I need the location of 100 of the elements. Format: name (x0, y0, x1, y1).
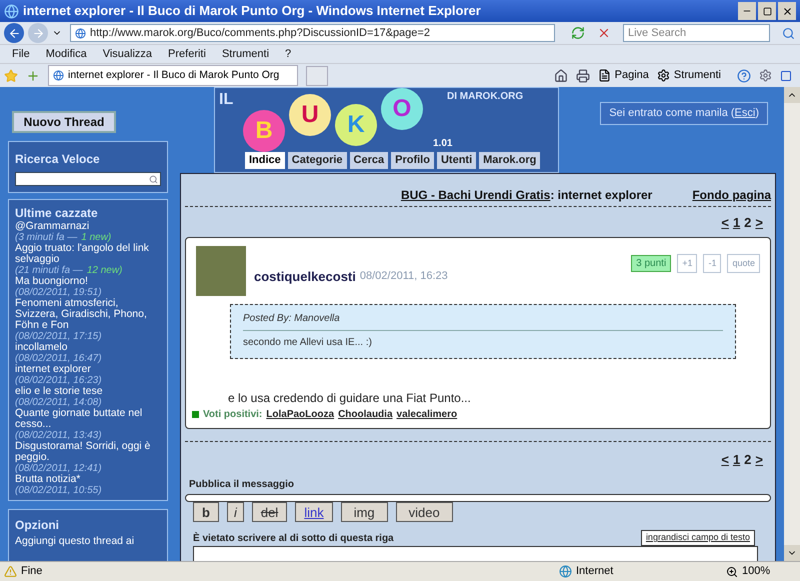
voter-link[interactable]: LolaPaoLooza (266, 406, 334, 422)
tools-menu[interactable]: Strumenti (656, 67, 721, 84)
logo-prefix: IL (219, 90, 234, 110)
logo-version: 1.01 (433, 137, 452, 151)
option-link[interactable]: Aggiungi questo thread ai (15, 534, 161, 550)
warning-icon (4, 565, 17, 578)
thread-meta: (3 minuti fa — (15, 232, 78, 243)
thread-link[interactable]: Disgustorama! Sorridi, oggi è peggio. (15, 441, 161, 463)
enlarge-link[interactable]: ingrandisci campo di testo (640, 530, 755, 546)
close-button[interactable] (778, 2, 796, 20)
menu-item[interactable]: Modifica (46, 46, 87, 62)
format-button[interactable]: b (193, 502, 219, 522)
thread-link[interactable]: Fenomeni atmosferici, Svizzera, Giradischi, Phono, Föhn e Fon (15, 298, 161, 331)
tab-title: internet explorer - Il Buco di Marok Punto Org (68, 68, 280, 83)
thread-link[interactable]: @Grammarnazi (15, 221, 161, 232)
nav-tab[interactable]: Profilo (391, 152, 434, 169)
search-field[interactable]: Live Search (623, 24, 770, 42)
forward-arrow-icon (32, 26, 44, 40)
scroll-down-button[interactable] (784, 545, 800, 561)
thread-meta: (08/02/2011, 10:55) (15, 485, 102, 496)
search-icon[interactable] (782, 26, 795, 40)
panel-title: Ultime cazzate (15, 208, 99, 219)
avatar-placeholder (196, 246, 246, 296)
menu-label: Pagina (614, 68, 649, 84)
nav-tab[interactable]: Indice (245, 152, 285, 169)
zone-label: Internet (576, 564, 614, 580)
points-badge: 3 punti (631, 255, 672, 272)
status-text: Fine (21, 564, 42, 580)
nav-tab[interactable]: Categorie (288, 152, 347, 169)
page-link[interactable]: 1 (732, 450, 740, 469)
new-thread-button[interactable]: Nuovo Thread (12, 111, 116, 133)
logo-suffix: DI MAROK.ORG (447, 90, 524, 104)
page-link[interactable]: 2 (744, 213, 752, 232)
thread-link[interactable]: Quante giornate buttate nel cesso... (15, 408, 161, 430)
quote-author: Posted By: Manovella (243, 310, 723, 330)
page-link[interactable]: 2 (744, 450, 752, 469)
thread-link[interactable]: Aggio truato: l'angolo del link selvaggio (15, 243, 161, 265)
page-link[interactable]: < (721, 213, 729, 232)
thread-meta: (08/02/2011, 16:23) (15, 375, 102, 386)
maximize-icon (762, 6, 772, 16)
login-box: Sei entrato come manila (Esci) (600, 102, 768, 124)
address-field[interactable]: http://www.marok.org/Buco/comments.php?DiscussionID=17&page=2 (70, 24, 555, 42)
thread-link[interactable]: elio e le storie tese (15, 386, 161, 397)
page-link[interactable]: > (755, 450, 763, 469)
bottom-link[interactable]: Fondo pagina (692, 186, 771, 204)
search-icon (149, 174, 158, 184)
menu-item[interactable]: ? (285, 46, 292, 62)
post-date: 08/02/2011, 16:23 (360, 269, 448, 284)
window-title: internet explorer - Il Buco di Marok Punto Org - Windows Internet Explorer (23, 2, 481, 20)
category-link[interactable]: BUG - Bachi Urendi Gratis (400, 188, 550, 202)
thread-link[interactable]: incollamelo (15, 342, 161, 353)
format-button[interactable]: img (340, 502, 388, 522)
voter-link[interactable]: Choolaudia (338, 406, 393, 422)
thread-meta: (08/02/2011, 12:41) (15, 463, 102, 474)
thread-link[interactable]: internet explorer (15, 364, 161, 375)
help-icon[interactable] (737, 68, 751, 82)
nav-tab[interactable]: Cerca (350, 152, 388, 169)
voter-link[interactable]: valecalimero (396, 406, 458, 422)
menu-item[interactable]: Strumenti (222, 46, 270, 62)
warning-label: È vietato scrivere al di sotto di questa riga (193, 531, 394, 546)
close-icon (782, 6, 792, 16)
stop-icon[interactable] (597, 26, 611, 40)
thread-meta: (08/02/2011, 19:51) (15, 287, 102, 298)
thread-meta: (21 minuti fa — (15, 265, 83, 276)
nav-tab[interactable]: Utenti (436, 152, 476, 169)
page-link[interactable]: 1 (732, 213, 740, 232)
back-button[interactable] (4, 23, 24, 43)
menu-label: Strumenti (674, 68, 721, 84)
format-button[interactable]: del (252, 502, 288, 522)
page-menu[interactable]: Pagina (598, 67, 649, 84)
menu-item[interactable]: File (12, 46, 30, 62)
page-link[interactable]: > (755, 213, 763, 232)
zoom-level: 100% (742, 564, 770, 580)
internet-zone-icon (559, 565, 572, 578)
maximize-button[interactable] (758, 2, 776, 20)
zoom-control[interactable]: 100% (726, 563, 796, 580)
format-button[interactable]: link (295, 502, 333, 522)
browser-icon (4, 4, 19, 18)
thread-link[interactable]: Ma buongiorno! (15, 276, 161, 287)
printer-icon[interactable] (576, 68, 590, 82)
vote-indicator (192, 410, 199, 418)
thread-link[interactable]: Brutta notizia* (15, 474, 161, 485)
menu-item[interactable]: Visualizza (102, 46, 152, 62)
logout-link[interactable]: Esci (734, 107, 756, 119)
zoom-icon (726, 566, 738, 578)
menu-item[interactable]: Preferiti (168, 46, 206, 62)
quick-search-field[interactable] (15, 172, 161, 186)
format-button[interactable]: video (396, 502, 453, 522)
refresh-icon[interactable] (571, 26, 585, 40)
gear-icon (656, 69, 670, 82)
browser-tab[interactable]: internet explorer - Il Buco di Marok Punto Org (48, 65, 298, 86)
format-button[interactable]: i (226, 502, 244, 522)
reply-title: Pubblica il messaggio (189, 478, 296, 492)
home-icon[interactable] (554, 68, 568, 82)
add-favorite-icon[interactable] (26, 68, 40, 82)
url-text: http://www.marok.org/Buco/comments.php?DiscussionID=17&page=2 (90, 26, 430, 41)
nav-tab[interactable]: Marok.org (479, 152, 540, 169)
page-link[interactable]: < (721, 450, 729, 469)
scroll-up-button[interactable] (784, 87, 800, 103)
thread-title: BUG - Bachi Urendi Gratis: internet explorer (400, 187, 652, 204)
